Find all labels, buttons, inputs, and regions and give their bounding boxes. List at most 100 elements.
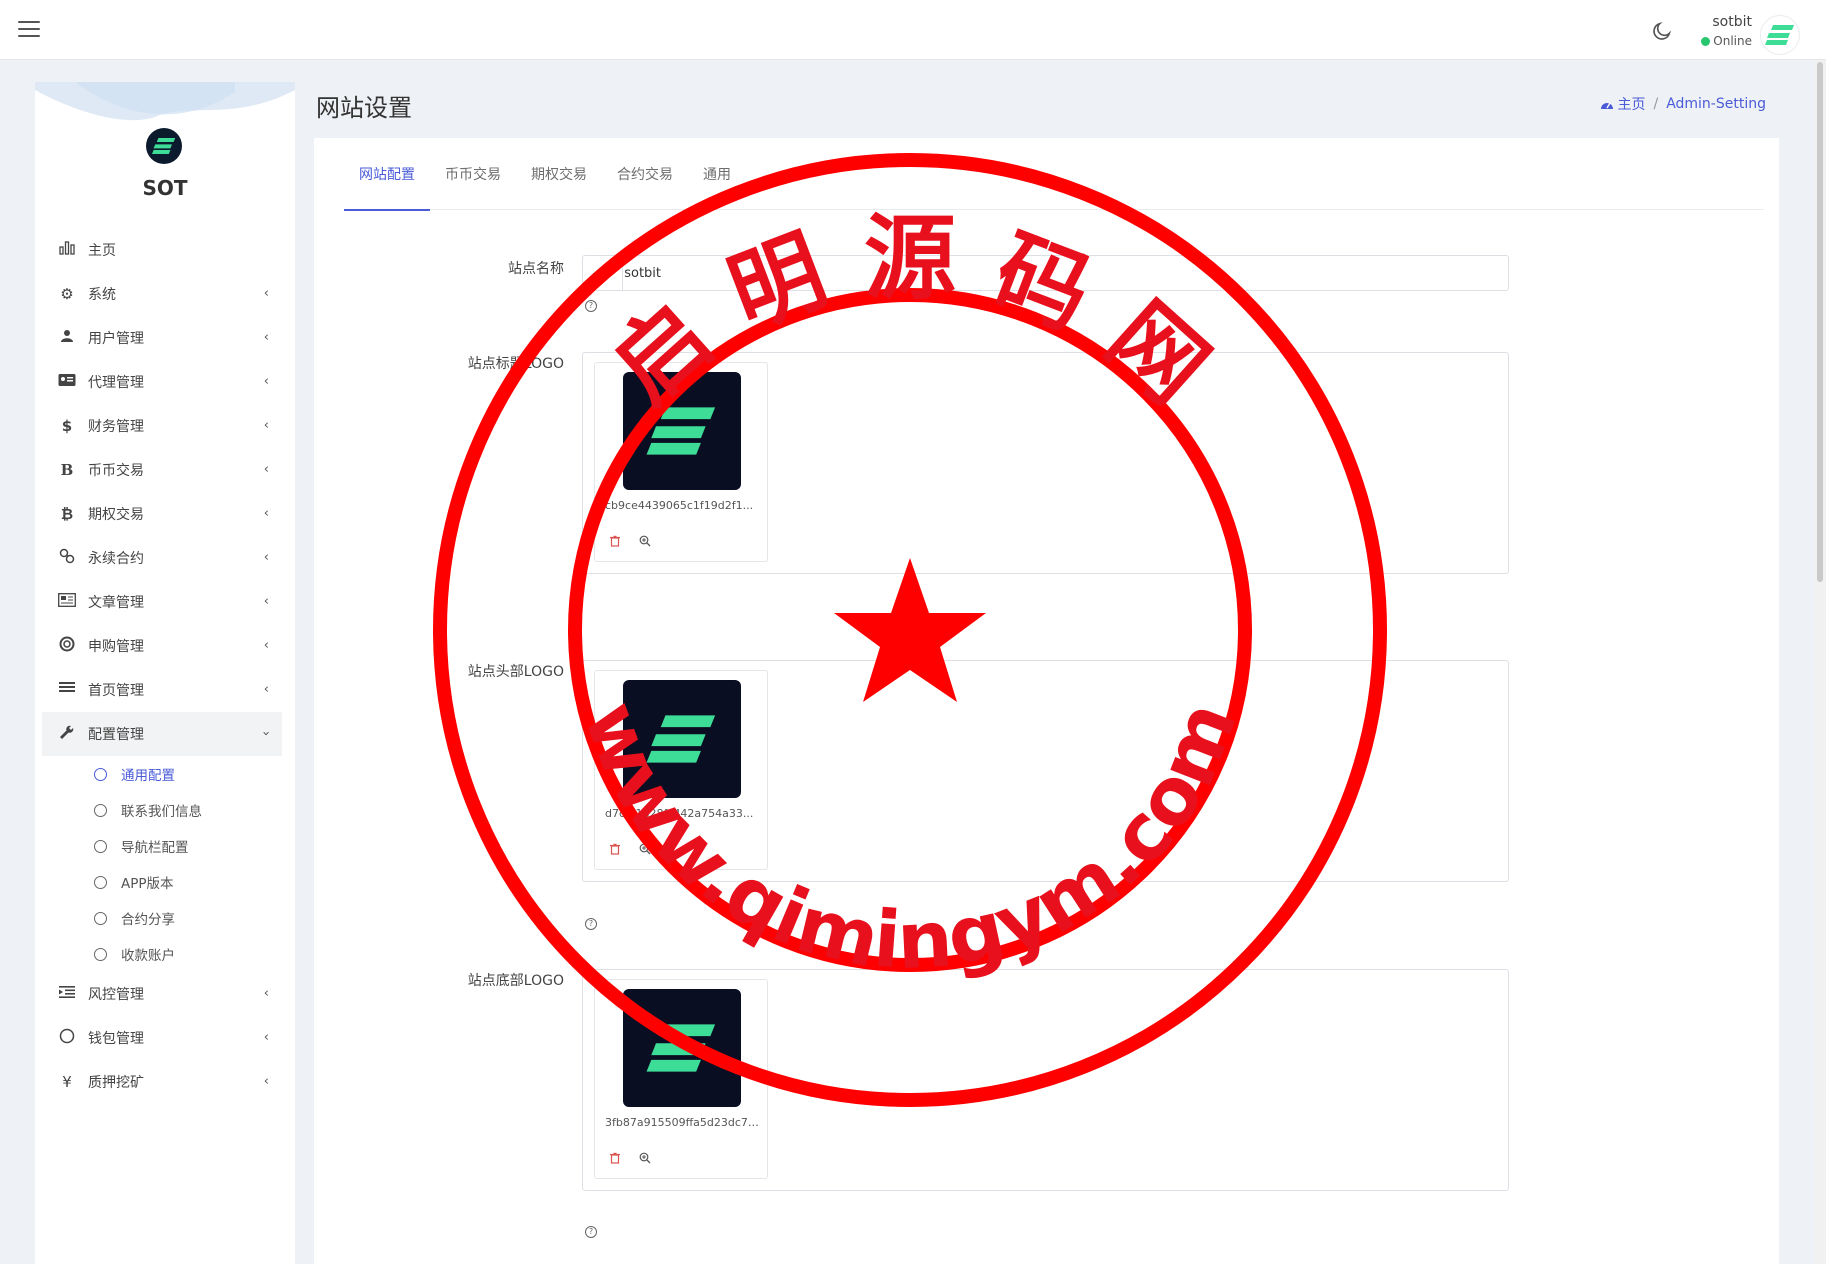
sidebar-item-articles[interactable]: 文章管理 ‹ [42,580,282,624]
sidebar-item-agents[interactable]: 代理管理 ‹ [42,360,282,404]
file-name: cb9ce4439065c1f19d2f1... [605,499,754,512]
sidebar-subitem-navbar-config[interactable]: 导航栏配置 [42,828,282,864]
circle-icon [94,947,107,961]
site-name-field [582,255,1509,291]
newspaper-icon [56,593,78,611]
file-name: d7c.91628fc442a754a33... [605,807,754,820]
user-name: sotbit [1712,14,1752,30]
sidebar-item-homepage[interactable]: 首页管理 ‹ [42,668,282,712]
page-title: 网站设置 [316,94,412,122]
chevron-left-icon: ‹ [263,1030,269,1045]
moon-icon[interactable] [1651,20,1673,42]
tab-general[interactable]: 通用 [688,138,746,210]
help-icon[interactable]: ? [585,918,597,930]
sidebar-item-label: 质押挖矿 [88,1075,144,1091]
tab-spot-trading[interactable]: 币币交易 [430,138,516,210]
users-icon [56,329,78,347]
footer-logo-upload[interactable]: 3fb87a915509ffa5d23dc73... [582,969,1509,1191]
sidebar-item-system[interactable]: ⚙ 系统 ‹ [42,272,282,316]
chevron-down-icon: ‹ [258,730,274,737]
list-icon [56,681,78,699]
brand-name: SOT [142,176,188,200]
circle-icon [94,839,107,853]
site-name-label: 站点名称 [508,261,564,277]
sidebar-item-spot-trading[interactable]: B 币币交易 ‹ [42,448,282,492]
sidebar-item-label: 文章管理 [88,595,144,611]
sidebar-subitem-app-version[interactable]: APP版本 [42,864,282,900]
logo-thumbnail [623,372,741,490]
sidebar-subitem-payment-account[interactable]: 收款账户 [42,936,282,972]
dollar-icon: $ [61,417,73,435]
help-icon[interactable]: ? [585,300,597,312]
breadcrumb-home-link[interactable]: 主页 [1617,94,1645,114]
chevron-left-icon: ‹ [263,330,269,345]
sidebar-item-home[interactable]: 主页 [42,228,282,272]
site-header-logo-label: 站点头部LOGO [467,664,564,680]
file-actions [609,535,651,547]
sidebar-item-options-trading[interactable]: ₿ 期权交易 ‹ [42,492,282,536]
sidebar-item-staking[interactable]: ¥ 质押挖矿 ‹ [42,1060,282,1104]
dashboard-icon [1601,102,1614,109]
help-icon[interactable]: ? [585,1226,597,1238]
sidebar-item-label: 申购管理 [88,639,144,655]
logo-thumbnail [623,989,741,1107]
id-card-icon [56,373,78,391]
top-bar: sotbit Online [0,0,1826,60]
tab-website-config[interactable]: 网站配置 [344,138,430,211]
title-logo-upload[interactable]: cb9ce4439065c1f19d2f1... [582,352,1509,574]
sidebar-item-subscription[interactable]: 申购管理 ‹ [42,624,282,668]
sidebar-item-risk-control[interactable]: 风控管理 ‹ [42,972,282,1016]
scrollbar-thumb[interactable] [1817,62,1823,582]
bar-chart-icon [56,241,78,259]
sidebar-item-perpetual[interactable]: 永续合约 ‹ [42,536,282,580]
chevron-left-icon: ‹ [263,286,269,301]
bold-b-icon: B [60,461,74,479]
zoom-in-icon[interactable] [639,1152,651,1164]
input-prefix [583,256,624,290]
brand-logo-icon [146,128,182,164]
zoom-in-icon[interactable] [639,843,651,855]
sidebar-item-label: 主页 [88,243,116,259]
file-actions [609,1152,651,1164]
breadcrumb-separator: / [1653,96,1659,112]
trash-icon[interactable] [609,535,621,547]
sidebar-item-label: 永续合约 [88,551,144,567]
tab-options-trading[interactable]: 期权交易 [516,138,602,210]
chevron-left-icon: ‹ [263,682,269,697]
online-dot-icon [1701,37,1711,46]
menu-toggle-icon[interactable] [18,18,40,40]
circle-icon [94,803,107,817]
header-logo-upload[interactable]: d7c.91628fc442a754a33... [582,660,1509,882]
chevron-left-icon: ‹ [263,506,269,521]
sot-logo-icon [1765,25,1794,45]
sidebar-subitem-general-config[interactable]: 通用配置 [42,756,282,792]
sidebar-nav: 主页 ⚙ 系统 ‹ 用户管理 ‹ 代理管理 ‹ $ 财务管理 ‹ B 币币交易 … [42,228,282,1104]
sidebar-subitem-contract-share[interactable]: 合约分享 [42,900,282,936]
sidebar-item-users[interactable]: 用户管理 ‹ [42,316,282,360]
sidebar-item-label: 代理管理 [88,375,144,391]
uploaded-file-preview: cb9ce4439065c1f19d2f1... [594,362,768,562]
sidebar-subitem-contact-info[interactable]: 联系我们信息 [42,792,282,828]
sidebar-item-finance[interactable]: $ 财务管理 ‹ [42,404,282,448]
sidebar-item-config[interactable]: 配置管理 ‹ [42,712,282,756]
circle-icon [94,911,107,925]
uploaded-file-preview: 3fb87a915509ffa5d23dc73... [594,979,768,1179]
uploaded-file-preview: d7c.91628fc442a754a33... [594,670,768,870]
trash-icon[interactable] [609,1152,621,1164]
trash-icon[interactable] [609,843,621,855]
file-name: 3fb87a915509ffa5d23dc73... [605,1116,765,1129]
sidebar-item-label: 配置管理 [88,727,144,743]
sidebar-item-wallet[interactable]: 钱包管理 ‹ [42,1016,282,1060]
tab-contract-trading[interactable]: 合约交易 [602,138,688,210]
site-footer-logo-label: 站点底部LOGO [467,973,564,989]
zoom-in-icon[interactable] [639,535,651,547]
chevron-left-icon: ‹ [263,638,269,653]
sidebar-decoration [35,82,295,121]
sidebar-item-label: 系统 [88,287,116,303]
online-status: Online [1701,34,1752,48]
settings-card: 网站配置 币币交易 期权交易 合约交易 通用 站点名称 ? 站点标题LOGO c… [314,138,1779,1264]
site-name-input[interactable] [623,256,1508,290]
page-scrollbar[interactable] [1814,60,1826,1264]
circle-icon [56,1028,78,1048]
avatar[interactable] [1760,15,1800,55]
